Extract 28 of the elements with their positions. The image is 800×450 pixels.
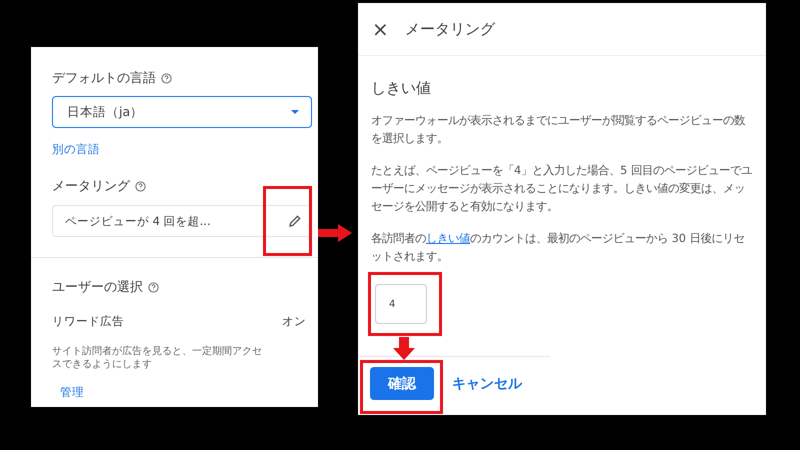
paragraph: オファーウォールが表示されるまでにユーザーが閲覧するページビューの数を選択します。 [371, 113, 746, 147]
threshold-link[interactable]: しきい値 [426, 232, 470, 245]
metering-summary: ページビューが 4 回を超... [65, 214, 211, 228]
threshold-input[interactable]: 4 [375, 284, 427, 324]
paragraph: 各訪問者の しきい値のカウントは、最初のページビューから 30 日後にリセットされます。 [371, 231, 746, 265]
edit-icon[interactable] [289, 215, 301, 227]
cancel-button[interactable]: キャンセル [440, 367, 534, 400]
confirm-button[interactable]: 確認 [370, 367, 434, 400]
help-icon[interactable] [161, 72, 172, 84]
help-icon[interactable] [135, 180, 146, 192]
manage-link[interactable]: 管理 [60, 385, 84, 400]
highlight-box [263, 186, 312, 256]
language-dropdown[interactable]: 日本語（ja） [52, 96, 312, 128]
help-icon[interactable] [148, 282, 159, 292]
section-heading: ユーザーの選択 [52, 279, 143, 296]
option-description: サイト訪問者が広告を見ると、一定期間アクセスできるようにします [52, 345, 263, 371]
right-arrow [318, 224, 352, 242]
dialog-title: メータリング [404, 20, 495, 38]
threshold-heading: しきい値 [371, 79, 432, 98]
section-heading: デフォルトの言語 [52, 70, 156, 87]
paragraph: たとえば、ページビューを「4」と入力した場合、5 回目のページビューでユーザーにメッセージが表示されることになります。しきい値の変更は、メッセージを公開すると有効になります。 [371, 163, 753, 215]
down-arrow [393, 337, 415, 360]
option-status: オン [282, 314, 306, 329]
other-language-link[interactable]: 別の言語 [52, 142, 100, 157]
option-label: リワード広告 [52, 314, 124, 329]
close-button[interactable]: × [372, 17, 389, 41]
caret-icon [291, 110, 299, 114]
section-heading: メータリング [52, 178, 130, 195]
